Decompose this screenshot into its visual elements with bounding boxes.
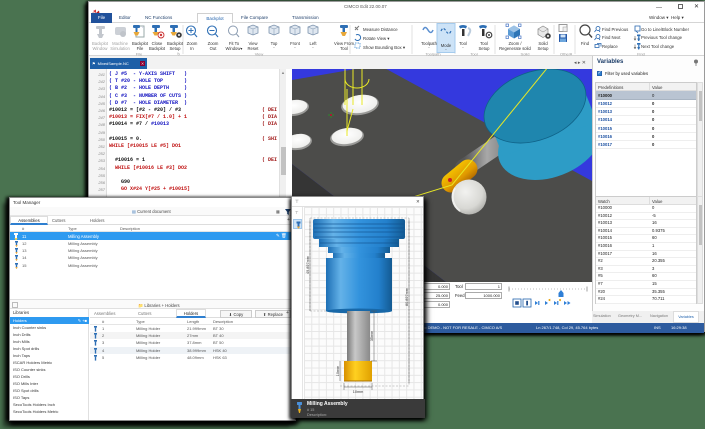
svg-text:Replace: Replace bbox=[602, 44, 618, 49]
svg-text:Setup: Setup bbox=[479, 46, 491, 51]
svg-text:Next Tool change: Next Tool change bbox=[641, 44, 675, 49]
svg-text:Go to Line/Block Number: Go to Line/Block Number bbox=[641, 27, 690, 32]
svg-text:Setup: Setup bbox=[538, 46, 550, 51]
svg-text:Tool: Tool bbox=[340, 46, 348, 51]
svg-text:Backplot: Backplot bbox=[149, 46, 166, 51]
svg-text:Setup: Setup bbox=[170, 46, 182, 51]
svg-text:Find Previous: Find Previous bbox=[602, 27, 628, 32]
svg-text:Regenerate solid: Regenerate solid bbox=[499, 46, 531, 51]
svg-text:Previous Tool change: Previous Tool change bbox=[641, 35, 683, 40]
svg-text:Reset: Reset bbox=[248, 46, 260, 51]
svg-text:Window: Window bbox=[93, 46, 109, 51]
svg-text:10mm: 10mm bbox=[353, 390, 364, 394]
svg-text:10mm: 10mm bbox=[336, 366, 340, 377]
svg-text:49.897mm: 49.897mm bbox=[306, 256, 310, 274]
svg-text:In: In bbox=[190, 46, 194, 51]
svg-text:Find: Find bbox=[581, 41, 590, 46]
svg-text:Rotate View ▾: Rotate View ▾ bbox=[363, 36, 389, 41]
svg-text:35mm: 35mm bbox=[370, 331, 374, 342]
svg-text:File: File bbox=[137, 46, 144, 51]
svg-text:80.897mm: 80.897mm bbox=[405, 288, 409, 306]
svg-text:Simulation: Simulation bbox=[110, 46, 130, 51]
svg-text:Find Next: Find Next bbox=[602, 35, 621, 40]
svg-text:Out: Out bbox=[210, 46, 218, 51]
svg-text:Window▾: Window▾ bbox=[226, 46, 243, 51]
svg-text:Show Bounding Box ▾: Show Bounding Box ▾ bbox=[363, 45, 405, 50]
svg-text:Measure Distance: Measure Distance bbox=[363, 27, 398, 32]
